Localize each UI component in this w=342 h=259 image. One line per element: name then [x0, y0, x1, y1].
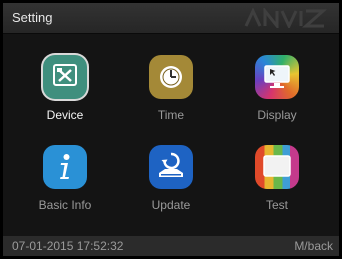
menu-item-display[interactable]: Display: [231, 55, 323, 141]
tools-icon: [43, 55, 87, 99]
menu-item-time[interactable]: Time: [125, 55, 217, 141]
back-hint: M/back: [294, 239, 333, 253]
brand-logo: [244, 8, 327, 28]
menu-item-label: Basic Info: [38, 198, 92, 212]
page-title: Setting: [12, 10, 53, 25]
menu-item-label: Time: [157, 108, 185, 122]
title-bar: Setting: [3, 3, 339, 34]
menu-item-device[interactable]: Device: [19, 55, 111, 141]
info-icon: [43, 145, 87, 189]
menu-item-basic-info[interactable]: Basic Info: [19, 145, 111, 231]
datetime-display: 07-01-2015 17:52:32: [12, 239, 124, 253]
menu-item-label: Update: [151, 198, 191, 212]
menu-item-test[interactable]: Test: [231, 145, 323, 231]
settings-menu: Device Time Display Basic Info Update Te…: [3, 34, 339, 236]
menu-item-label: Display: [257, 108, 297, 122]
menu-item-label: Device: [46, 108, 84, 122]
clock-icon: [149, 55, 193, 99]
status-bar: 07-01-2015 17:52:32 M/back: [3, 236, 339, 256]
menu-item-update[interactable]: Update: [125, 145, 217, 231]
menu-item-label: Test: [265, 198, 288, 212]
monitor-icon: [255, 55, 299, 99]
update-icon: [149, 145, 193, 189]
device-screen: Setting Device Time Display Basic Info U…: [3, 3, 339, 256]
test-icon: [255, 145, 299, 189]
